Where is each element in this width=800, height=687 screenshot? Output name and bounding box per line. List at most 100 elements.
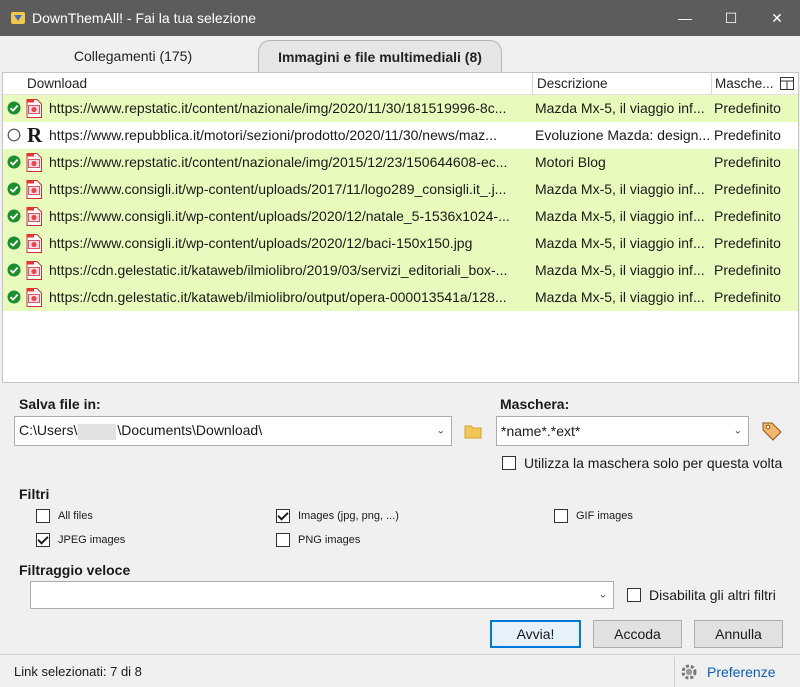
checkmark-circle-icon[interactable] [7,209,21,223]
filter-images-checkbox[interactable]: Images (jpg, png, ...) [276,509,399,523]
mask-only-this-time-checkbox[interactable]: Utilizza la maschera solo per questa vol… [502,455,782,471]
image-file-icon [26,99,42,118]
row-mask: Predefinito [714,100,781,116]
save-path-combobox[interactable]: C:\Users\ \Documents\Download\ ⌄ [14,416,452,446]
minimize-button[interactable]: — [662,0,708,36]
list-row[interactable]: https://cdn.gelestatic.it/kataweb/ilmiol… [3,284,798,311]
list-row[interactable]: Rhttps://www.repubblica.it/motori/sezion… [3,122,798,149]
row-description: Motori Blog [535,154,606,170]
title-bar: DownThemAll! - Fai la tua selezione — ☐ … [0,0,800,36]
list-row[interactable]: https://www.consigli.it/wp-content/uploa… [3,176,798,203]
checkmark-circle-icon[interactable] [7,263,21,277]
row-url: https://www.consigli.it/wp-content/uploa… [49,208,510,224]
filter-label: JPEG images [58,534,126,546]
downthemall-app-icon [11,12,25,24]
image-file-icon [26,207,42,226]
checkmark-circle-icon[interactable] [7,182,21,196]
column-separator[interactable] [711,73,712,95]
list-row[interactable]: https://www.repstatic.it/content/naziona… [3,149,798,176]
image-file-icon [26,153,42,172]
checkbox-box [276,509,290,523]
row-url: https://www.repubblica.it/motori/sezioni… [49,127,497,143]
row-mask: Predefinito [714,154,781,170]
row-mask: Predefinito [714,208,781,224]
filter-all-files-checkbox[interactable]: All files [36,509,93,523]
list-row[interactable]: https://www.consigli.it/wp-content/uploa… [3,230,798,257]
image-file-icon [26,180,42,199]
list-row[interactable]: https://www.consigli.it/wp-content/uploa… [3,203,798,230]
close-button[interactable]: ✕ [754,0,800,36]
gear-icon [681,664,697,680]
mask-combobox[interactable]: *name*.*ext* ⌄ [496,416,749,446]
save-path-prefix: C:\Users\ [19,422,78,439]
start-button[interactable]: Avvia! [490,620,581,648]
link-list[interactable]: Download Descrizione Masche... https://w… [2,72,799,383]
quick-filter-combobox[interactable]: ⌄ [30,581,614,609]
row-url: https://www.consigli.it/wp-content/uploa… [49,235,473,251]
row-mask: Predefinito [714,262,781,278]
disable-other-filters-label: Disabilita gli altri filtri [649,587,776,603]
checkbox-box [502,456,516,470]
list-row[interactable]: https://www.repstatic.it/content/naziona… [3,95,798,122]
checkmark-circle-icon[interactable] [7,155,21,169]
redacted-username [78,423,117,440]
row-url: https://cdn.gelestatic.it/kataweb/ilmiol… [49,262,508,278]
image-file-icon [26,234,42,253]
filter-gif-checkbox[interactable]: GIF images [554,509,633,523]
folder-icon[interactable] [463,421,483,441]
tab-collegamenti[interactable]: Collegamenti (175) [38,40,228,72]
row-mask: Predefinito [714,127,781,143]
row-mask: Predefinito [714,181,781,197]
mask-only-this-time-label: Utilizza la maschera solo per questa vol… [524,455,783,471]
filters-label: Filtri [19,486,50,502]
chevron-down-icon: ⌄ [436,425,445,437]
preferences-label: Preferenze [707,664,776,680]
chevron-down-icon: ⌄ [733,425,742,437]
checkmark-circle-icon[interactable] [7,101,21,115]
image-file-icon [26,288,42,307]
repubblica-logo-icon: R [27,123,43,147]
list-rows: https://www.repstatic.it/content/naziona… [3,95,798,311]
checkmark-circle-icon[interactable] [7,290,21,304]
row-description: Mazda Mx-5, il viaggio inf... [535,100,705,116]
tag-icon[interactable] [760,419,784,441]
tab-strip: Collegamenti (175) Immagini e file multi… [0,36,800,72]
image-file-icon [26,261,42,280]
list-row[interactable]: https://cdn.gelestatic.it/kataweb/ilmiol… [3,257,798,284]
queue-button[interactable]: Accoda [593,620,682,648]
column-maschera[interactable]: Masche... [715,73,774,95]
window-title: DownThemAll! - Fai la tua selezione [32,10,257,26]
preferences-button[interactable]: Preferenze [674,657,784,687]
checkbox-box [627,588,641,602]
filter-label: GIF images [576,510,633,522]
filter-png-checkbox[interactable]: PNG images [276,533,360,547]
status-bar: Link selezionati: 7 di 8 Preferenze [0,654,800,687]
row-description: Mazda Mx-5, il viaggio inf... [535,181,705,197]
cancel-button[interactable]: Annulla [694,620,783,648]
checkbox-box [554,509,568,523]
filter-jpeg-checkbox[interactable]: JPEG images [36,533,125,547]
checkmark-circle-icon[interactable] [7,236,21,250]
quick-filter-label: Filtraggio veloce [19,562,131,578]
maximize-button[interactable]: ☐ [708,0,754,36]
disable-other-filters-checkbox[interactable]: Disabilita gli altri filtri [627,587,776,603]
checkbox-box [36,533,50,547]
mask-label: Maschera: [500,396,570,412]
row-url: https://www.repstatic.it/content/naziona… [49,154,508,170]
filter-label: PNG images [298,534,361,546]
column-download[interactable]: Download [27,73,87,95]
row-url: https://www.repstatic.it/content/naziona… [49,100,507,116]
empty-circle-icon[interactable] [7,128,21,142]
column-separator[interactable] [532,73,533,95]
row-mask: Predefinito [714,235,781,251]
filter-label: Images (jpg, png, ...) [298,510,399,522]
mask-value: *name*.*ext* [501,423,581,439]
tab-immagini-multimedia[interactable]: Immagini e file multimediali (8) [258,40,502,72]
row-mask: Predefinito [714,289,781,305]
column-picker-icon[interactable] [780,77,794,90]
checkbox-box [276,533,290,547]
column-descrizione[interactable]: Descrizione [537,73,608,95]
row-description: Mazda Mx-5, il viaggio inf... [535,208,705,224]
row-url: https://cdn.gelestatic.it/kataweb/ilmiol… [49,289,507,305]
filter-label: All files [58,510,93,522]
